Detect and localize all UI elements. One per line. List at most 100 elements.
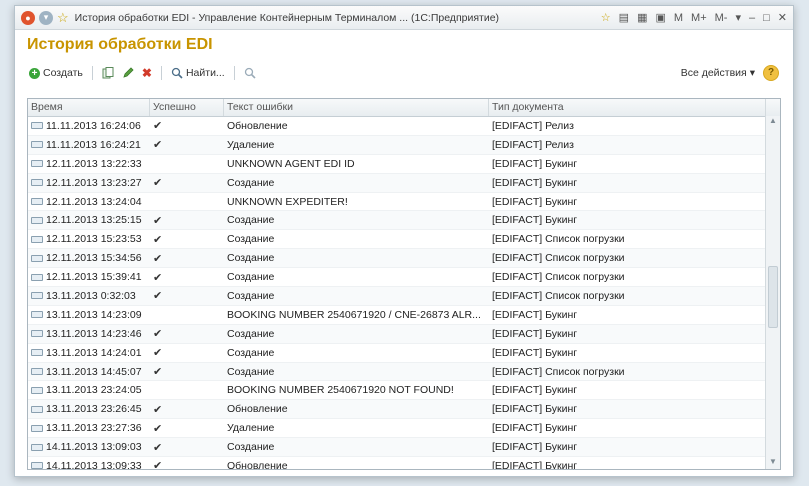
calendar-icon[interactable]: ▦: [637, 11, 647, 24]
cell-document-type: [EDIFACT] Букинг: [492, 441, 578, 454]
scroll-down-icon[interactable]: ▼: [766, 457, 780, 469]
cell-time-text: 13.11.2013 14:23:09: [46, 308, 142, 321]
document-icon: [31, 179, 43, 187]
cell-success: ✔: [153, 347, 163, 360]
cell-time-text: 14.11.2013 13:09:33: [46, 459, 142, 469]
cell-time: 12.11.2013 15:23:53: [28, 233, 150, 245]
document-icon: [31, 122, 43, 130]
find-button[interactable]: Найти...: [167, 65, 229, 81]
cell-success: ✔: [153, 139, 163, 152]
cell-document-type: [EDIFACT] Букинг: [492, 346, 578, 359]
cell-error-text: UNKNOWN EXPEDITER!: [227, 195, 348, 208]
table-row[interactable]: 13.11.2013 0:32:03 ✔ Создание [EDIFACT] Спи…: [28, 287, 766, 306]
cell-time-text: 14.11.2013 13:09:03: [46, 441, 142, 454]
memory-plus-button[interactable]: M+: [691, 12, 707, 24]
calculator-icon[interactable]: ▣: [655, 11, 665, 24]
column-header-document-type[interactable]: Тип документа: [489, 99, 766, 116]
document-icon: [31, 424, 43, 432]
cell-error-text: Создание: [227, 233, 275, 246]
cell-time-text: 12.11.2013 13:25:15: [46, 214, 142, 227]
find-label: Найти...: [185, 67, 225, 79]
table-row[interactable]: 13.11.2013 14:24:01 ✔ Создание [EDIFACT] Бу…: [28, 344, 766, 363]
vertical-scrollbar[interactable]: ▲ ▼: [765, 116, 780, 469]
table-row[interactable]: 14.11.2013 13:09:33 ✔ Обновление [EDIFACT] …: [28, 457, 766, 469]
copy-button[interactable]: [98, 65, 118, 81]
cell-time-text: 12.11.2013 15:34:56: [46, 252, 142, 265]
cell-time: 13.11.2013 14:23:46: [28, 328, 150, 340]
toolbar-divider: [233, 66, 235, 80]
app-menu-icon[interactable]: ●: [21, 10, 35, 25]
favorite-star-icon[interactable]: ☆: [57, 10, 69, 26]
cell-time: 13.11.2013 14:45:07: [28, 366, 150, 378]
table-row[interactable]: 13.11.2013 14:45:07 ✔ Создание [EDIFACT] Сп…: [28, 362, 766, 382]
favorites-icon[interactable]: ☆: [601, 11, 611, 24]
cancel-search-icon: [244, 67, 256, 79]
column-header-success[interactable]: Успешно: [150, 99, 224, 116]
close-icon[interactable]: ✕: [778, 11, 787, 24]
table-row[interactable]: 13.11.2013 14:23:46 ✔ Создание [EDIFACT] Бу…: [28, 324, 766, 344]
cell-success: ✔: [153, 328, 163, 341]
table-header: Время Успешно Текст ошибки Тип документа: [28, 99, 780, 117]
cell-time: 12.11.2013 13:25:15: [28, 214, 150, 226]
document-icon: [31, 235, 43, 243]
table-row[interactable]: 13.11.2013 23:24:05 BOOKING NUMBER 254067…: [28, 381, 766, 401]
cell-error-text: Создание: [227, 289, 275, 302]
table-row[interactable]: 13.11.2013 14:23:09 BOOKING NUMBER 254067…: [28, 306, 766, 325]
cell-document-type: [EDIFACT] Букинг: [492, 384, 578, 397]
document-icon: [31, 330, 43, 338]
cell-error-text: Обновление: [227, 459, 288, 469]
minimize-icon[interactable]: –: [749, 12, 755, 24]
edit-button[interactable]: [118, 65, 138, 81]
table-row[interactable]: 11.11.2013 16:24:21 ✔ Удаление [EDIFACT] Ре…: [28, 135, 766, 155]
cell-time-text: 13.11.2013 14:23:46: [46, 327, 142, 340]
table-row[interactable]: 12.11.2013 13:22:33 UNKNOWN AGENT EDI ID […: [28, 155, 766, 174]
table-row[interactable]: 12.11.2013 13:25:15 ✔ Создание [EDIFACT] Бу…: [28, 211, 766, 231]
scroll-up-icon[interactable]: ▲: [766, 116, 780, 128]
create-button[interactable]: + Создать: [25, 65, 87, 81]
maximize-icon[interactable]: □: [763, 12, 770, 24]
cell-time: 14.11.2013 13:09:03: [28, 441, 150, 453]
delete-button[interactable]: ✖: [138, 64, 156, 82]
dropdown-icon[interactable]: ▾: [39, 10, 53, 25]
cancel-search-button[interactable]: [240, 65, 260, 81]
document-icon: [31, 273, 43, 281]
cell-error-text: Обновление: [227, 403, 288, 416]
table-row[interactable]: 12.11.2013 15:39:41 ✔ Создание [EDIFACT] Сп…: [28, 268, 766, 288]
cell-error-text: Создание: [227, 327, 275, 340]
cell-time: 12.11.2013 13:23:27: [28, 177, 150, 189]
table-row[interactable]: 12.11.2013 15:23:53 ✔ Создание [EDIFACT] Сп…: [28, 230, 766, 250]
cell-success: ✔: [153, 214, 163, 227]
all-actions-menu[interactable]: Все действия ▾: [677, 65, 759, 81]
table-row[interactable]: 11.11.2013 16:24:06 ✔ Обновление [EDIFACT] …: [28, 117, 766, 136]
cell-time: 13.11.2013 23:27:36: [28, 422, 150, 434]
scrollbar-thumb[interactable]: [768, 266, 778, 328]
cell-time-text: 11.11.2013 16:24:21: [46, 138, 141, 151]
window-menu-icon[interactable]: ▾: [735, 11, 741, 24]
table-row[interactable]: 13.11.2013 23:26:45 ✔ Обновление [EDIFACT] …: [28, 400, 766, 420]
document-icon: [31, 160, 43, 168]
column-header-error-text[interactable]: Текст ошибки: [224, 99, 489, 116]
cell-success: ✔: [153, 120, 163, 133]
column-header-time[interactable]: Время: [28, 99, 150, 116]
table-row[interactable]: 12.11.2013 15:34:56 ✔ Создание [EDIFACT] Сп…: [28, 249, 766, 269]
help-button[interactable]: ?: [759, 63, 783, 83]
cell-error-text: Создание: [227, 214, 275, 227]
table-row[interactable]: 13.11.2013 23:27:36 ✔ Удаление [EDIFACT] Бу…: [28, 419, 766, 439]
memory-m-button[interactable]: M: [674, 12, 683, 24]
cell-document-type: [EDIFACT] Список погрузки: [492, 289, 625, 302]
document-icon: [31, 216, 43, 224]
delete-x-icon: ✖: [141, 66, 152, 80]
memory-minus-button[interactable]: M-: [715, 12, 728, 24]
cell-error-text: Создание: [227, 441, 275, 454]
document-icon: [31, 292, 43, 300]
window-title: История обработки EDI - Управление Конте…: [74, 11, 500, 24]
cell-time: 11.11.2013 16:24:21: [28, 139, 150, 151]
cell-document-type: [EDIFACT] Список погрузки: [492, 365, 625, 378]
history-icon[interactable]: ▤: [619, 11, 629, 24]
document-icon: [31, 198, 43, 205]
cell-document-type: [EDIFACT] Букинг: [492, 459, 578, 469]
cell-error-text: Удаление: [227, 422, 275, 435]
table-row[interactable]: 12.11.2013 13:24:04 UNKNOWN EXPEDITER! [ED…: [28, 193, 766, 212]
table-row[interactable]: 14.11.2013 13:09:03 ✔ Создание [EDIFACT] Бу…: [28, 438, 766, 458]
table-row[interactable]: 12.11.2013 13:23:27 ✔ Создание [EDIFACT] Бу…: [28, 173, 766, 193]
